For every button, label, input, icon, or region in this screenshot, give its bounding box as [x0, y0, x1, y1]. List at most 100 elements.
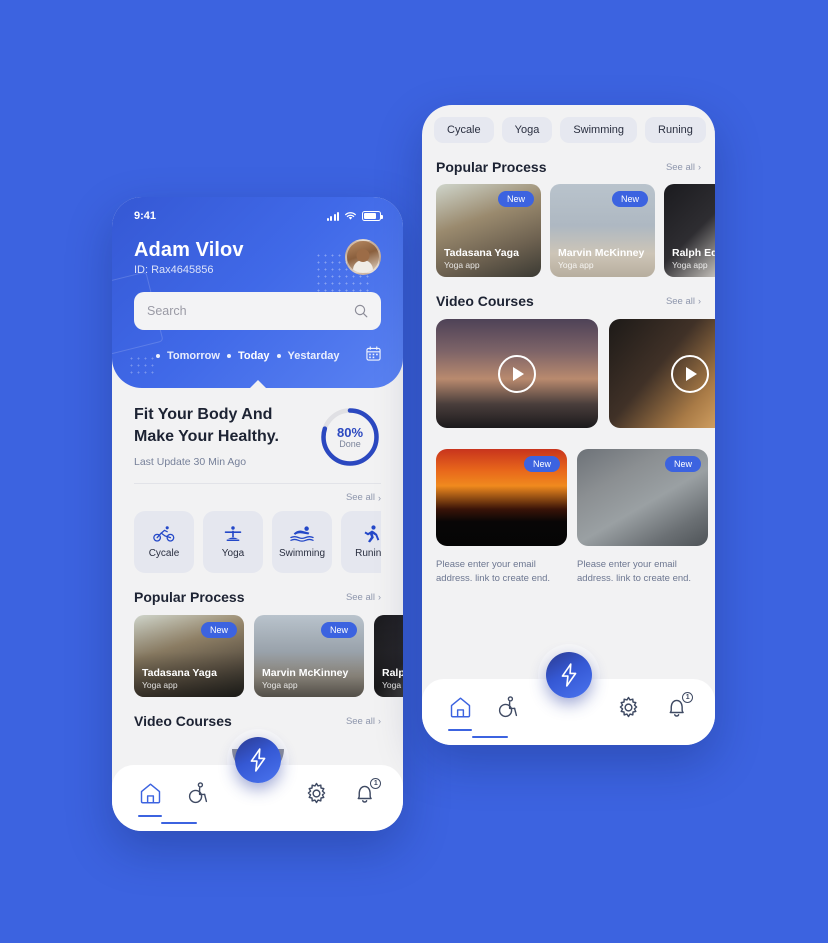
section-title: Popular Process [436, 159, 547, 175]
fab-lightning-button[interactable] [545, 652, 592, 698]
avatar[interactable] [345, 239, 381, 275]
status-time: 9:41 [134, 210, 157, 222]
home-icon [450, 697, 471, 718]
popular-process-list[interactable]: New Tadasana Yaga Yoga app New Marvin Mc… [134, 615, 403, 698]
category-swimming[interactable]: Swimming [272, 511, 332, 574]
day-dot [156, 354, 160, 358]
category-runing[interactable]: Runing [341, 511, 381, 574]
video-courses-header: Video Courses See all › [436, 293, 701, 309]
promo-text: Please enter your email address. link to… [436, 559, 551, 585]
card-subtitle: Yoga app [262, 680, 298, 691]
nav-accessibility[interactable] [497, 696, 519, 718]
day-tomorrow[interactable]: Tomorrow [167, 350, 220, 362]
status-badge: New [497, 191, 534, 207]
promo-item[interactable]: New Please enter your email address. lin… [436, 449, 567, 587]
fab-lightning-button[interactable] [234, 737, 281, 783]
popular-card[interactable]: New Marvin McKinney Yoga app [254, 615, 364, 698]
promo-image[interactable]: New [577, 449, 708, 546]
nav-settings[interactable] [305, 782, 328, 805]
card-title: Ralph Edwards [382, 667, 403, 680]
day-dot [226, 354, 231, 358]
tab-more[interactable] [713, 117, 715, 143]
user-id: ID: Rax4645856 [134, 264, 214, 276]
home-icon [140, 783, 160, 804]
popular-card[interactable]: Ralph Edwards Yoga app [664, 184, 715, 277]
play-icon[interactable] [671, 354, 709, 393]
lightning-bolt-icon [561, 663, 576, 687]
promo-image[interactable]: New [436, 449, 567, 546]
chevron-right-icon: › [378, 492, 381, 503]
user-row: Adam Vilov ID: Rax4645856 [134, 239, 381, 276]
popular-card[interactable]: New Marvin McKinney Yoga app [550, 184, 655, 277]
notification-badge: 1 [370, 777, 382, 789]
signal-bars-icon [326, 211, 339, 221]
promo-list[interactable]: New Please enter your email address. lin… [436, 449, 708, 587]
progress-percent: 80% [336, 425, 364, 440]
nav-notifications[interactable]: 1 [665, 691, 694, 719]
chevron-right-icon: › [378, 716, 381, 727]
tab-yoga[interactable]: Yoga [501, 117, 553, 143]
settings-gear-icon [307, 782, 326, 803]
play-icon[interactable] [498, 354, 536, 393]
see-all-label: See all [665, 295, 695, 307]
home-scroll-area: Fit Your Body And Make Your Healthy. Las… [112, 388, 403, 729]
phone-screen-browse: Cycale Yoga Swimming Runing Popular Proc… [422, 105, 715, 745]
video-courses-see-all[interactable]: See all › [346, 716, 381, 727]
popular-process-see-all[interactable]: See all › [346, 592, 381, 603]
popular-process-header: Popular Process See all › [436, 159, 701, 175]
tab-cycale[interactable]: Cycale [434, 117, 494, 143]
popular-card[interactable]: New Tadasana Yaga Yoga app [436, 184, 541, 277]
category-list[interactable]: Cycale Yoga Swimming Runin [134, 511, 381, 574]
status-badge: New [320, 622, 357, 639]
section-title: Video Courses [134, 713, 232, 730]
video-card[interactable] [609, 319, 715, 428]
video-card[interactable] [436, 319, 598, 428]
popular-process-see-all[interactable]: See all › [666, 162, 701, 173]
nav-settings[interactable] [617, 696, 640, 719]
popular-card[interactable]: Ralph Edwards Yoga app [374, 615, 403, 698]
category-yoga[interactable]: Yoga [203, 511, 263, 574]
category-tab-bar[interactable]: Cycale Yoga Swimming Runing [422, 105, 715, 143]
day-selector[interactable]: Tomorrow Today Yestarday [134, 346, 381, 366]
card-subtitle: Yoga app [672, 260, 708, 270]
status-badge: New [523, 456, 560, 472]
day-today[interactable]: Today [238, 350, 270, 362]
nav-home[interactable] [139, 782, 162, 804]
home-indicator [471, 735, 508, 738]
nav-notifications[interactable]: 1 [353, 777, 382, 805]
hero-subtitle: Last Update 30 Min Ago [134, 456, 247, 469]
categories-see-all[interactable]: See all › [346, 492, 381, 503]
settings-gear-icon [619, 696, 637, 717]
wifi-icon [345, 212, 356, 220]
video-courses-see-all[interactable]: See all › [666, 296, 701, 307]
see-all-label: See all [345, 715, 375, 727]
section-title: Popular Process [134, 589, 245, 606]
progress-label: Done [339, 439, 361, 449]
nav-home[interactable] [449, 696, 472, 718]
see-all-label: See all [345, 591, 375, 603]
search-bar[interactable] [134, 292, 381, 330]
popular-process-list[interactable]: New Tadasana Yaga Yoga app New Marvin Mc… [436, 184, 715, 277]
search-input[interactable] [147, 304, 354, 318]
header-notch [248, 380, 267, 388]
tab-runing[interactable]: Runing [645, 117, 706, 143]
battery-icon [362, 211, 383, 221]
section-title: Video Courses [436, 293, 534, 309]
promo-item[interactable]: New Please enter your email address. lin… [577, 449, 708, 587]
search-icon[interactable] [354, 304, 368, 318]
day-yesterday[interactable]: Yestarday [288, 350, 340, 362]
card-subtitle: Yoga app [142, 680, 178, 691]
calendar-icon[interactable] [366, 346, 381, 366]
category-cycale[interactable]: Cycale [134, 511, 194, 574]
notification-badge: 1 [682, 691, 694, 703]
nav-accessibility[interactable] [187, 782, 209, 804]
card-title: Tadasana Yaga [444, 247, 519, 259]
card-title: Tadasana Yaga [142, 667, 217, 680]
card-title: Ralph Edwards [672, 247, 715, 259]
popular-card[interactable]: New Tadasana Yaga Yoga app [134, 615, 244, 698]
status-icons [326, 211, 383, 221]
user-info: Adam Vilov ID: Rax4645856 [134, 239, 244, 276]
video-courses-list[interactable] [436, 319, 715, 428]
tab-swimming[interactable]: Swimming [560, 117, 638, 143]
card-title: Marvin McKinney [262, 667, 349, 680]
